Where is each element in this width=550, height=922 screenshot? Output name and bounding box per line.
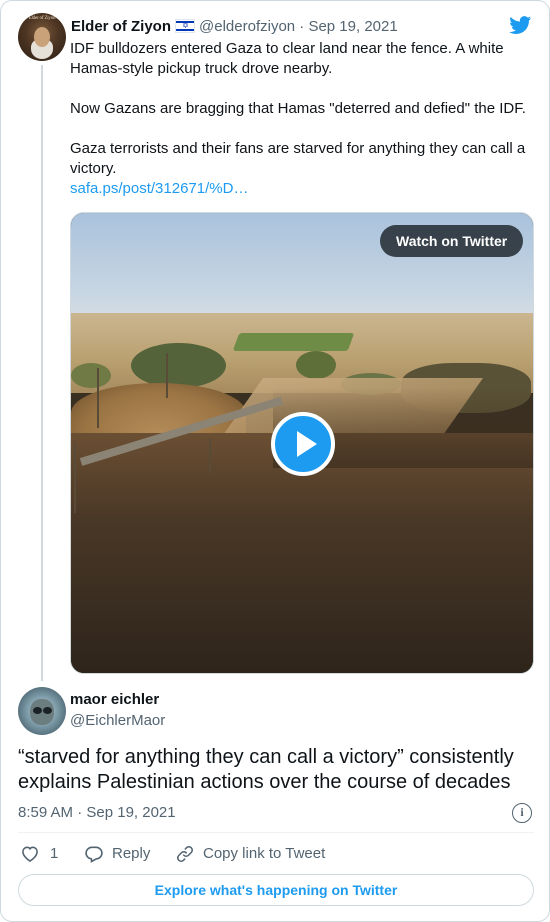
- play-icon[interactable]: [271, 412, 335, 476]
- tweet-embed-card: Elder of Ziyon Elder of Ziyon ✡ @elderofzi…: [0, 0, 550, 922]
- copy-link-button[interactable]: Copy link to Tweet: [175, 843, 325, 865]
- elder-of-ziyon-avatar[interactable]: Elder of Ziyon: [18, 13, 66, 61]
- watch-on-twitter-button[interactable]: Watch on Twitter: [380, 225, 524, 257]
- like-count: 1: [50, 845, 59, 862]
- parent-tweet-header: Elder of Ziyon ✡ @elderofziyon · Sep 19, 2…: [71, 17, 398, 37]
- reply-timestamp[interactable]: 8:59 AM · Sep 19, 2021: [18, 803, 176, 823]
- video-thumbnail[interactable]: Watch on Twitter: [70, 212, 534, 674]
- reply-label: Reply: [112, 845, 151, 862]
- info-icon[interactable]: i: [512, 803, 532, 823]
- avatar-caption: Elder of Ziyon: [28, 16, 56, 21]
- parent-author-name[interactable]: Elder of Ziyon: [71, 18, 171, 35]
- divider: [18, 832, 534, 833]
- thread-line: [41, 65, 43, 681]
- like-button[interactable]: 1: [20, 843, 58, 865]
- reply-author-name[interactable]: maor eichler: [70, 690, 159, 710]
- explore-twitter-button[interactable]: Explore what's happening on Twitter: [18, 874, 534, 906]
- parent-tweet-text: IDF bulldozers entered Gaza to clear lan…: [70, 39, 532, 199]
- parent-handle-date[interactable]: @elderofziyon · Sep 19, 2021: [199, 18, 398, 35]
- reply-author-handle[interactable]: @EichlerMaor: [70, 711, 165, 731]
- twitter-bird-icon[interactable]: [507, 14, 534, 36]
- parent-paragraph-2: Now Gazans are bragging that Hamas "dete…: [70, 100, 526, 117]
- parent-paragraph-3: Gaza terrorists and their fans are starv…: [70, 140, 526, 177]
- parent-tweet-link[interactable]: safa.ps/post/312671/%D…: [70, 179, 532, 199]
- parent-paragraph-1: IDF bulldozers entered Gaza to clear lan…: [70, 40, 504, 77]
- link-icon: [177, 846, 193, 862]
- reply-icon: [85, 846, 103, 863]
- reply-tweet-text: “starved for anything they can call a vi…: [18, 746, 514, 793]
- heart-icon: [22, 846, 38, 863]
- maor-eichler-avatar[interactable]: [18, 687, 66, 735]
- copy-link-label: Copy link to Tweet: [203, 845, 326, 862]
- israel-flag-icon: ✡: [175, 19, 196, 33]
- reply-button[interactable]: Reply: [84, 843, 150, 865]
